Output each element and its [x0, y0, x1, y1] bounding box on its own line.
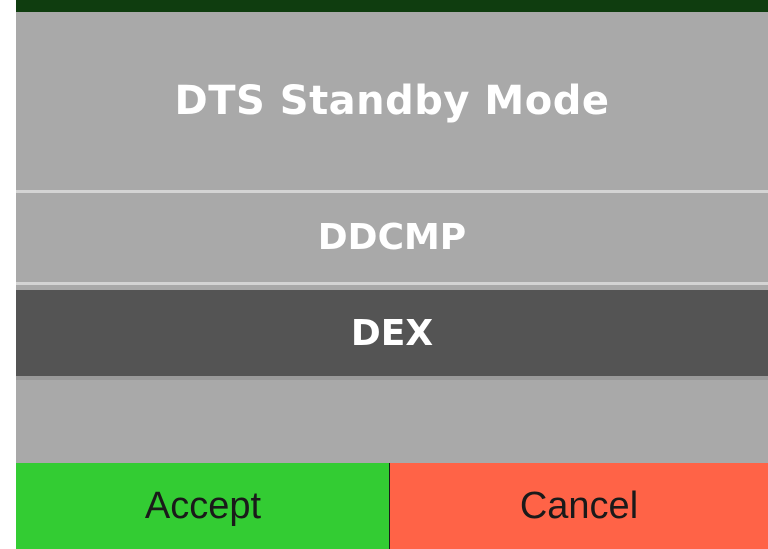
- option-ddcmp[interactable]: DDCMP: [16, 193, 768, 282]
- standby-mode-dialog: DTS Standby Mode DDCMP DEX Accept Cancel: [16, 0, 768, 549]
- top-bar: [16, 0, 768, 12]
- divider: [16, 376, 768, 380]
- accept-button[interactable]: Accept: [16, 463, 390, 549]
- option-dex-selected[interactable]: DEX: [16, 290, 768, 376]
- divider: [16, 282, 768, 285]
- cancel-button[interactable]: Cancel: [390, 463, 768, 549]
- dialog-title: DTS Standby Mode: [174, 78, 610, 124]
